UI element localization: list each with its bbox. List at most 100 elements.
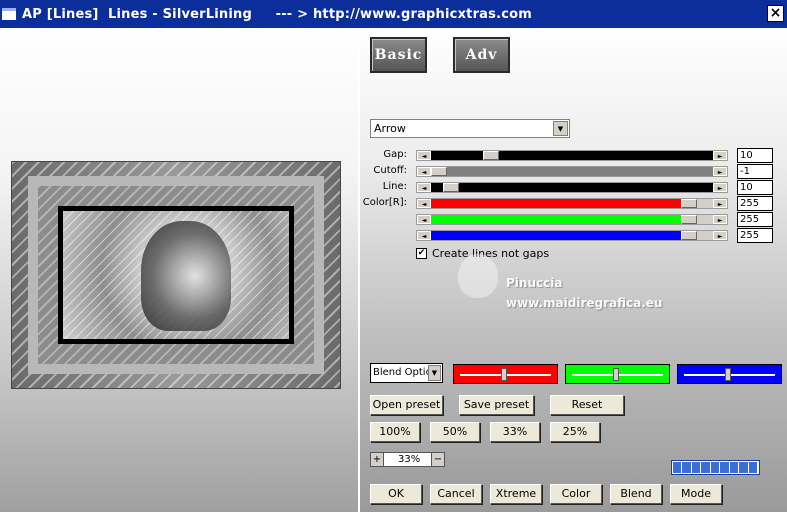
red-slider-fill — [431, 199, 695, 208]
xtreme-button[interactable]: Xtreme — [490, 484, 542, 504]
gap-slider-row: Gap: ◄ ► 10 — [360, 148, 787, 163]
close-button[interactable]: × — [767, 5, 784, 22]
line-slider-thumb[interactable] — [443, 183, 459, 192]
red-slider-row: Color[R]: ◄ ► 255 — [360, 196, 787, 211]
left-arrow-icon[interactable]: ◄ — [417, 183, 431, 192]
save-preset-button[interactable]: Save preset — [459, 395, 534, 415]
green-value-field[interactable]: 255 — [737, 212, 773, 227]
gap-slider-thumb[interactable] — [483, 151, 499, 160]
right-arrow-icon[interactable]: ► — [713, 231, 727, 240]
open-preset-button[interactable]: Open preset — [370, 395, 443, 415]
progress-segment — [720, 462, 729, 473]
cutoff-value-field[interactable]: -1 — [737, 164, 773, 179]
blend-button[interactable]: Blend — [610, 484, 662, 504]
zoom-50-button[interactable]: 50% — [430, 422, 480, 442]
adv-tab-button[interactable]: Adv — [453, 37, 510, 73]
left-arrow-icon[interactable]: ◄ — [417, 215, 431, 224]
progress-segment — [739, 462, 748, 473]
blue-blend-slider[interactable] — [677, 364, 782, 384]
green-slider-thumb[interactable] — [681, 215, 697, 224]
zoom-100-button[interactable]: 100% — [370, 422, 420, 442]
blue-slider-thumb[interactable] — [681, 231, 697, 240]
reset-button[interactable]: Reset — [550, 395, 624, 415]
cancel-button[interactable]: Cancel — [430, 484, 482, 504]
right-arrow-icon[interactable]: ► — [713, 167, 727, 176]
title-bar: AP [Lines] Lines - SilverLining --- > ht… — [0, 0, 787, 28]
line-slider-fill — [431, 183, 713, 192]
line-type-value: Arrow — [374, 122, 406, 135]
cutoff-slider-thumb[interactable] — [431, 167, 447, 176]
watermark-url: www.maidiregrafica.eu — [506, 296, 663, 310]
preview-figure — [141, 221, 231, 331]
left-arrow-icon[interactable]: ◄ — [417, 199, 431, 208]
progress-bar — [671, 460, 760, 475]
watermark-name: Pinuccia — [506, 276, 563, 290]
blue-slider[interactable]: ◄ ► — [416, 230, 728, 241]
mode-button[interactable]: Mode — [670, 484, 722, 504]
chevron-down-icon[interactable]: ▼ — [553, 121, 568, 136]
preview-photo — [58, 206, 294, 344]
green-slider[interactable]: ◄ ► — [416, 214, 728, 225]
line-slider-row: Line: ◄ ► 10 — [360, 180, 787, 195]
zoom-in-button[interactable]: + — [370, 451, 384, 467]
ok-button[interactable]: OK — [370, 484, 422, 504]
gap-slider[interactable]: ◄ ► — [416, 150, 728, 161]
preview-panel — [0, 28, 358, 512]
green-blend-slider[interactable] — [565, 364, 670, 384]
window-title: AP [Lines] Lines - SilverLining --- > ht… — [22, 6, 533, 22]
blue-slider-row: ◄ ► 255 — [360, 228, 787, 243]
left-arrow-icon[interactable]: ◄ — [417, 167, 431, 176]
zoom-33-button[interactable]: 33% — [490, 422, 540, 442]
progress-segment — [691, 462, 701, 473]
right-arrow-icon[interactable]: ► — [713, 151, 727, 160]
right-arrow-icon[interactable]: ► — [713, 183, 727, 192]
progress-segment — [682, 462, 691, 473]
line-label: Line: — [382, 181, 407, 192]
zoom-25-button[interactable]: 25% — [550, 422, 600, 442]
left-arrow-icon[interactable]: ◄ — [417, 231, 431, 240]
red-blend-slider[interactable] — [453, 364, 558, 384]
preview-decorative-border — [28, 176, 324, 374]
progress-segment — [729, 462, 739, 473]
line-value-field[interactable]: 10 — [737, 180, 773, 195]
red-value-field[interactable]: 255 — [737, 196, 773, 211]
cutoff-slider-row: Cutoff: ◄ ► -1 — [360, 164, 787, 179]
cutoff-label: Cutoff: — [373, 165, 407, 176]
gap-slider-fill — [431, 151, 713, 160]
green-blend-knob[interactable] — [613, 368, 619, 381]
basic-tab-button[interactable]: Basic — [370, 37, 427, 73]
color-r-label: Color[R]: — [362, 197, 407, 208]
blue-blend-knob[interactable] — [725, 368, 731, 381]
progress-segment — [748, 462, 757, 473]
blue-slider-fill — [431, 231, 695, 240]
blend-options-select[interactable]: Blend Optio ▼ — [370, 363, 443, 383]
left-arrow-icon[interactable]: ◄ — [417, 151, 431, 160]
green-slider-row: ◄ ► 255 — [360, 212, 787, 227]
progress-segment — [710, 462, 720, 473]
color-button[interactable]: Color — [550, 484, 602, 504]
zoom-out-button[interactable]: − — [431, 451, 445, 467]
blend-options-value: Blend Optio — [373, 367, 432, 378]
red-slider[interactable]: ◄ ► — [416, 198, 728, 209]
red-blend-knob[interactable] — [501, 368, 507, 381]
line-slider[interactable]: ◄ ► — [416, 182, 728, 193]
watermark-heart-icon — [458, 254, 498, 298]
right-arrow-icon[interactable]: ► — [713, 199, 727, 208]
progress-segment — [701, 462, 710, 473]
blue-value-field[interactable]: 255 — [737, 228, 773, 243]
zoom-stepper: + 33% − — [370, 451, 445, 467]
green-slider-fill — [431, 215, 695, 224]
gap-value-field[interactable]: 10 — [737, 148, 773, 163]
right-arrow-icon[interactable]: ► — [713, 215, 727, 224]
create-lines-checkbox[interactable]: ✔ — [416, 248, 427, 259]
chevron-down-icon[interactable]: ▼ — [428, 365, 441, 381]
progress-segment — [673, 462, 682, 473]
gap-label: Gap: — [383, 149, 407, 160]
line-type-select[interactable]: Arrow ▼ — [370, 119, 570, 138]
cutoff-slider-fill — [431, 167, 713, 176]
red-slider-thumb[interactable] — [681, 199, 697, 208]
cutoff-slider[interactable]: ◄ ► — [416, 166, 728, 177]
zoom-value: 33% — [384, 451, 431, 467]
preview-image[interactable] — [11, 161, 341, 389]
controls-panel: Basic Adv Arrow ▼ Gap: ◄ ► 10 Cutoff: ◄ … — [358, 28, 787, 512]
